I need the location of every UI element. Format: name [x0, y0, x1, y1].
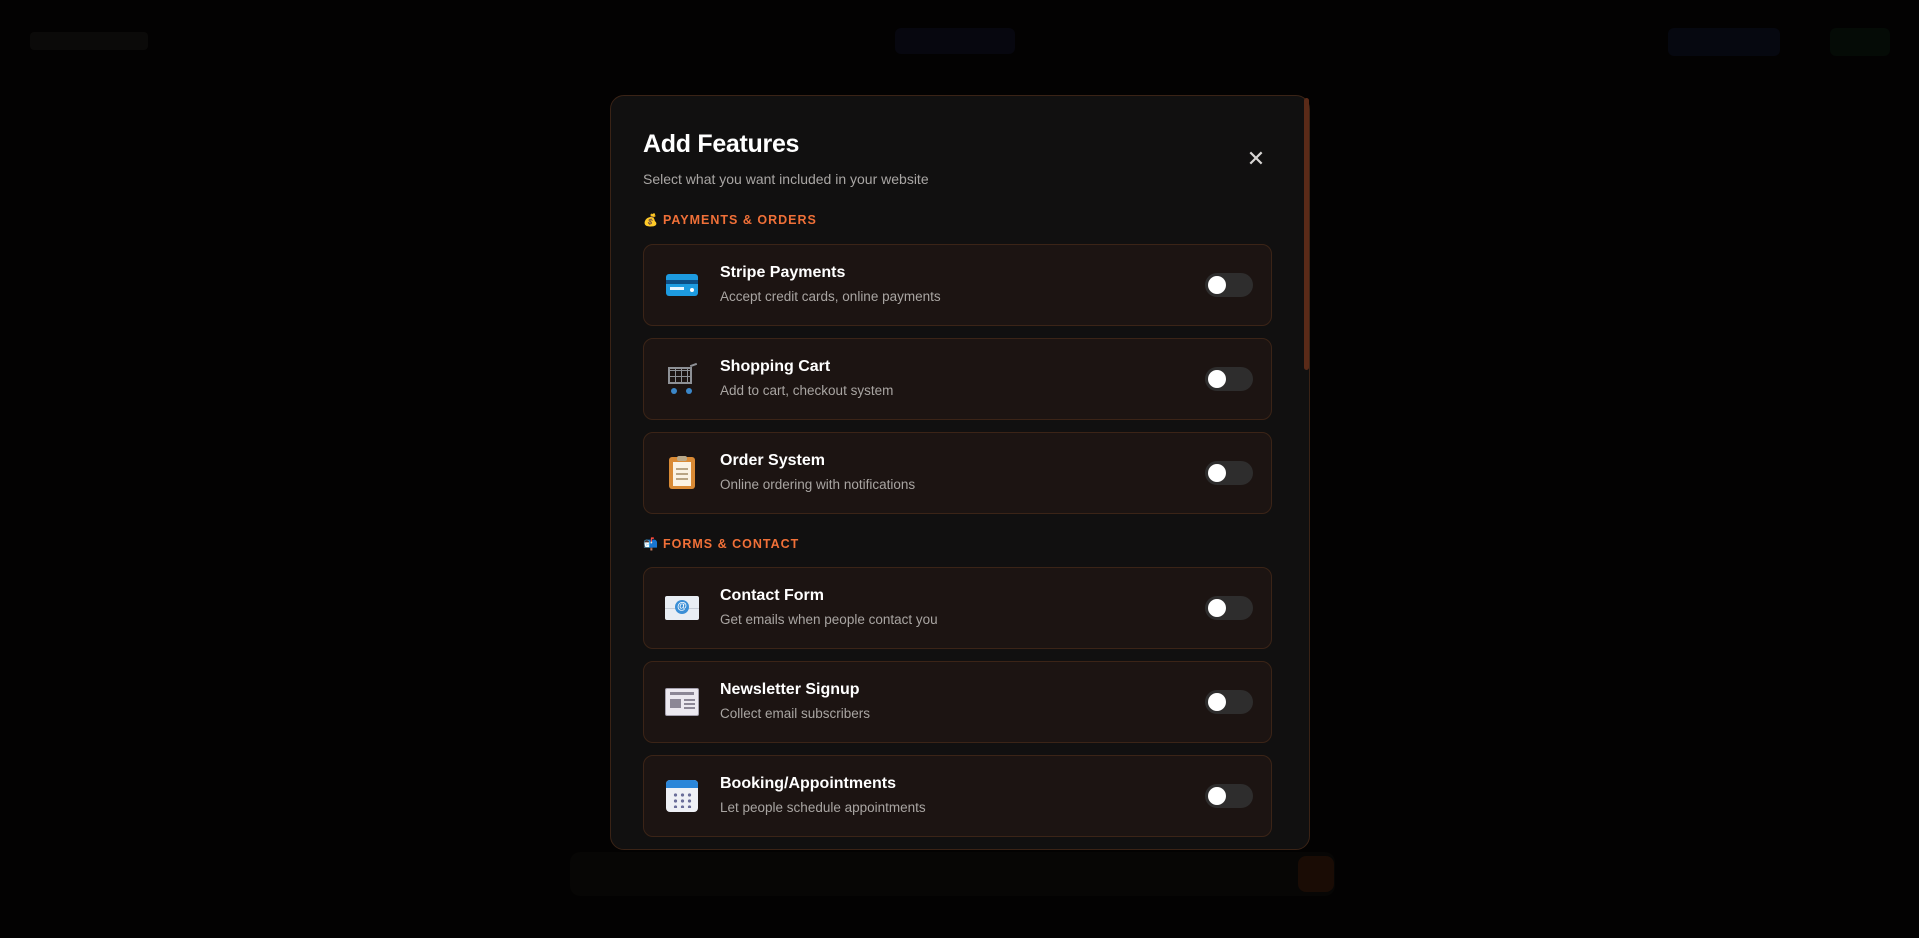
- modal-title: Add Features: [643, 130, 800, 158]
- feature-description: Accept credit cards, online payments: [720, 289, 941, 304]
- section-title: PAYMENTS & ORDERS: [663, 213, 817, 227]
- toggle-knob: [1208, 693, 1226, 711]
- order-system-toggle[interactable]: [1205, 461, 1253, 485]
- feature-title: Contact Form: [720, 587, 824, 604]
- section-header-payments: 💰 PAYMENTS & ORDERS: [643, 213, 817, 227]
- section-header-forms: 📬 FORMS & CONTACT: [643, 537, 799, 551]
- feature-title: Booking/Appointments: [720, 775, 896, 792]
- email-icon: @: [664, 590, 700, 626]
- feature-card-newsletter-signup[interactable]: Newsletter Signup Collect email subscrib…: [643, 661, 1272, 743]
- feature-card-shopping-cart[interactable]: Shopping Cart Add to cart, checkout syst…: [643, 338, 1272, 420]
- background-button-secondary: [1830, 28, 1890, 56]
- stripe-payments-toggle[interactable]: [1205, 273, 1253, 297]
- feature-title: Shopping Cart: [720, 358, 831, 375]
- modal-scrollbar-thumb[interactable]: [1304, 98, 1309, 370]
- contact-form-toggle[interactable]: [1205, 596, 1253, 620]
- toggle-knob: [1208, 464, 1226, 482]
- calendar-icon: [664, 778, 700, 814]
- feature-card-contact-form[interactable]: @ Contact Form Get emails when people co…: [643, 567, 1272, 649]
- feature-description: Collect email subscribers: [720, 706, 871, 721]
- background-send-button: [1298, 856, 1334, 892]
- feature-description: Online ordering with notifications: [720, 477, 916, 492]
- newspaper-icon: [664, 684, 700, 720]
- shopping-cart-icon: [664, 361, 700, 397]
- feature-card-stripe-payments[interactable]: Stripe Payments Accept credit cards, onl…: [643, 244, 1272, 326]
- feature-title: Order System: [720, 452, 825, 469]
- feature-description: Get emails when people contact you: [720, 612, 938, 627]
- credit-card-icon: [664, 267, 700, 303]
- newsletter-signup-toggle[interactable]: [1205, 690, 1253, 714]
- toggle-knob: [1208, 276, 1226, 294]
- background-tab: [895, 28, 1015, 54]
- mailbox-icon: 📬: [643, 537, 659, 551]
- background-logo: [30, 32, 148, 50]
- feature-card-booking-appointments[interactable]: Booking/Appointments Let people schedule…: [643, 755, 1272, 837]
- clipboard-icon: [664, 455, 700, 491]
- toggle-knob: [1208, 787, 1226, 805]
- background-chat-input: [570, 852, 1335, 896]
- close-icon[interactable]: ✕: [1245, 148, 1267, 170]
- section-title: FORMS & CONTACT: [663, 537, 800, 551]
- toggle-knob: [1208, 370, 1226, 388]
- toggle-knob: [1208, 599, 1226, 617]
- money-bag-icon: 💰: [643, 213, 659, 227]
- shopping-cart-toggle[interactable]: [1205, 367, 1253, 391]
- modal-subtitle: Select what you want included in your we…: [643, 171, 929, 187]
- feature-description: Let people schedule appointments: [720, 800, 926, 815]
- feature-description: Add to cart, checkout system: [720, 383, 894, 398]
- booking-appointments-toggle[interactable]: [1205, 784, 1253, 808]
- feature-title: Newsletter Signup: [720, 681, 860, 698]
- feature-card-order-system[interactable]: Order System Online ordering with notifi…: [643, 432, 1272, 514]
- background-button: [1668, 28, 1780, 56]
- feature-title: Stripe Payments: [720, 264, 846, 281]
- add-features-modal: Add Features Select what you want includ…: [610, 95, 1310, 850]
